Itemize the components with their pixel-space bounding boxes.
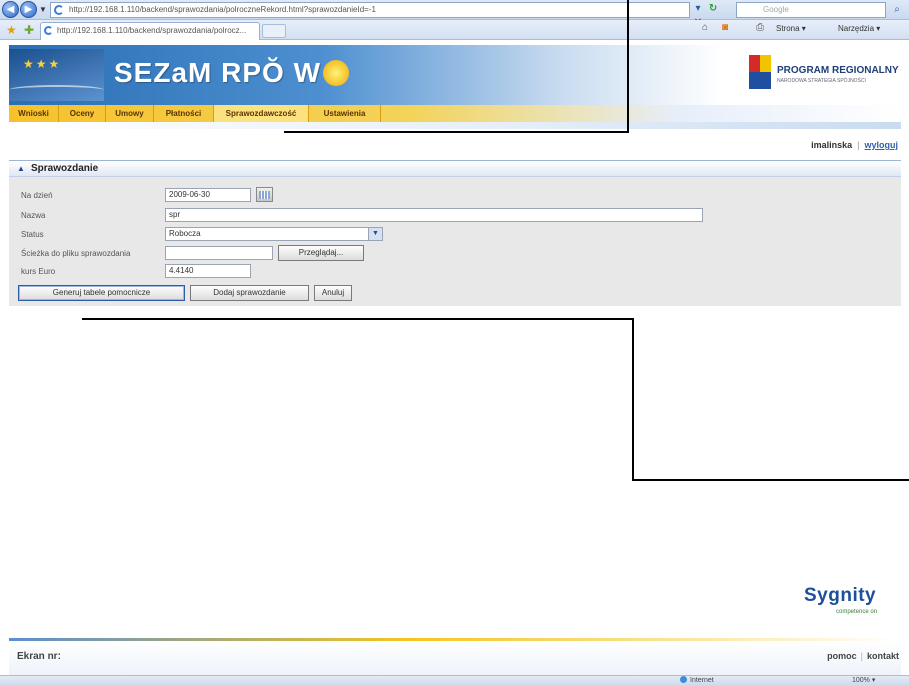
- back-icon[interactable]: ◀: [2, 1, 19, 18]
- name-label: Nazwa: [21, 211, 46, 220]
- address-text: http://192.168.1.110/backend/sprawozdani…: [69, 5, 376, 14]
- generate-tables-button[interactable]: Generuj tabele pomocnicze: [18, 285, 185, 301]
- row-name: Nazwa spr: [9, 208, 901, 224]
- contact-link[interactable]: kontakt: [867, 651, 899, 661]
- add-favorite-icon[interactable]: ✚: [24, 23, 34, 37]
- menu-item-wnioski[interactable]: Wnioski: [9, 105, 59, 122]
- brand-sun-icon: [323, 60, 350, 86]
- brand-text: SEZaM RPŎ W: [114, 57, 322, 88]
- eu-flag-logo: ★★★: [9, 49, 104, 101]
- sygnity-logo: Sygnity competence on: [804, 585, 877, 615]
- tools-menu[interactable]: Narzędzia ▾: [838, 24, 880, 33]
- tab-page-icon: [44, 26, 53, 35]
- status-select[interactable]: Robocza ▼: [165, 227, 383, 241]
- browser-statusbar: Internet 100% ▾: [0, 675, 909, 686]
- search-icon[interactable]: ⌕: [888, 2, 906, 18]
- browse-button[interactable]: Przeglądaj...: [278, 245, 364, 261]
- name-input[interactable]: spr: [165, 208, 703, 222]
- report-panel: ▲ Sprawozdanie Na dzień 2009-06-30 Nazwa…: [9, 160, 901, 306]
- file-label: Ścieżka do pliku sprawozdania: [21, 249, 131, 258]
- menu-item-platnosci[interactable]: Płatności: [154, 105, 214, 122]
- chevron-down-icon[interactable]: ▼: [368, 228, 382, 240]
- add-report-button[interactable]: Dodaj sprawozdanie: [190, 285, 309, 301]
- program-regionalny-logo: PROGRAM REGIONALNY NARODOWA STRATEGIA SP…: [749, 55, 899, 95]
- address-controls: ▾ ↻ ✕: [692, 2, 732, 28]
- date-label: Na dzień: [21, 191, 53, 200]
- refresh-icon[interactable]: ↻: [707, 2, 719, 16]
- app-header: ★★★ SEZaM RPŎ W PROGRAM REGIONALNY NAROD…: [9, 45, 901, 151]
- forward-icon[interactable]: ▶: [20, 1, 37, 18]
- zoom-level[interactable]: 100% ▾: [852, 676, 875, 684]
- user-area: imalinska | wyloguj: [811, 140, 898, 150]
- zone-label: Internet: [690, 677, 714, 684]
- main-menu: Wnioski Oceny Umowy Płatności Sprawozdaw…: [9, 105, 901, 122]
- row-euro: kurs Euro 4.4140: [9, 264, 901, 280]
- favorites-star-icon[interactable]: ★: [6, 23, 17, 37]
- logout-link[interactable]: wyloguj: [865, 140, 899, 150]
- page-icon: [54, 5, 64, 15]
- cancel-button[interactable]: Anuluj: [314, 285, 352, 301]
- row-date: Na dzień 2009-06-30: [9, 187, 901, 204]
- callout-line-top-vertical: [627, 0, 629, 133]
- feeds-icon[interactable]: ◙: [722, 22, 728, 33]
- status-selected-value: Robocza: [169, 229, 201, 238]
- print-icon[interactable]: ⎙: [756, 22, 764, 33]
- tab-current[interactable]: http://192.168.1.110/backend/sprawozdani…: [40, 22, 260, 40]
- menu-item-umowy[interactable]: Umowy: [106, 105, 154, 122]
- search-placeholder: Google: [763, 5, 789, 14]
- menu-item-ustawienia[interactable]: Ustawienia: [309, 105, 381, 122]
- program-logo-title: PROGRAM REGIONALNY: [777, 65, 899, 76]
- callout-line-top-horizontal: [284, 131, 628, 133]
- vendor-tagline: competence on: [836, 609, 878, 615]
- history-dropdown-icon[interactable]: ▼: [38, 2, 48, 17]
- brand-logo: SEZaM RPŎ W: [114, 57, 350, 89]
- tab-title: http://192.168.1.110/backend/sprawozdani…: [57, 26, 247, 35]
- address-bar[interactable]: http://192.168.1.110/backend/sprawozdani…: [50, 2, 690, 18]
- date-input[interactable]: 2009-06-30: [165, 188, 251, 202]
- security-zone: Internet: [680, 676, 714, 684]
- status-label: Status: [21, 230, 44, 239]
- row-file: Ścieżka do pliku sprawozdania Przeglądaj…: [9, 245, 901, 262]
- browser-tabbar: ★ ✚ http://192.168.1.110/backend/sprawoz…: [0, 20, 909, 40]
- program-mark-icon: [749, 55, 771, 89]
- help-link[interactable]: pomoc: [827, 651, 857, 661]
- app-footer: Ekran nr: pomoc | kontakt: [9, 641, 901, 675]
- footer-links: pomoc | kontakt: [827, 651, 899, 661]
- header-separator: [9, 122, 901, 129]
- home-icon[interactable]: ⌂: [702, 22, 708, 33]
- panel-title: Sprawozdanie: [31, 163, 99, 174]
- panel-header[interactable]: ▲ Sprawozdanie: [9, 160, 901, 177]
- search-input[interactable]: Google: [736, 2, 886, 18]
- euro-label: kurs Euro: [21, 267, 56, 276]
- globe-icon: [680, 676, 687, 683]
- page-menu-label: Strona: [776, 24, 800, 33]
- euro-rate-input[interactable]: 4.4140: [165, 264, 251, 278]
- banner: ★★★ SEZaM RPŎ W PROGRAM REGIONALNY NAROD…: [9, 45, 901, 105]
- new-tab-button[interactable]: [262, 24, 286, 38]
- zoom-value: 100%: [852, 677, 870, 684]
- menu-item-sprawozdawczosc[interactable]: Sprawozdawczość: [214, 105, 309, 122]
- page-menu[interactable]: Strona ▾: [776, 24, 806, 33]
- calendar-icon[interactable]: [256, 187, 273, 202]
- callout-line-mid-vertical: [632, 318, 634, 480]
- address-dropdown-icon[interactable]: ▾: [692, 2, 704, 16]
- callout-line-mid-horizontal: [82, 318, 634, 320]
- screen-number-label: Ekran nr:: [17, 651, 61, 662]
- vendor-name: Sygnity: [804, 585, 877, 606]
- file-path-input[interactable]: [165, 246, 273, 260]
- callout-line-bottom-horizontal: [632, 479, 909, 481]
- browser-toolbar: ◀ ▶ ▼ http://192.168.1.110/backend/spraw…: [0, 0, 909, 28]
- collapse-triangle-icon[interactable]: ▲: [17, 164, 25, 173]
- tools-menu-label: Narzędzia: [838, 24, 875, 33]
- username: imalinska: [811, 140, 853, 150]
- row-status: Status Robocza ▼: [9, 227, 901, 243]
- menu-item-oceny[interactable]: Oceny: [59, 105, 106, 122]
- program-logo-subtitle: NARODOWA STRATEGIA SPÓJNOŚCI: [777, 78, 866, 84]
